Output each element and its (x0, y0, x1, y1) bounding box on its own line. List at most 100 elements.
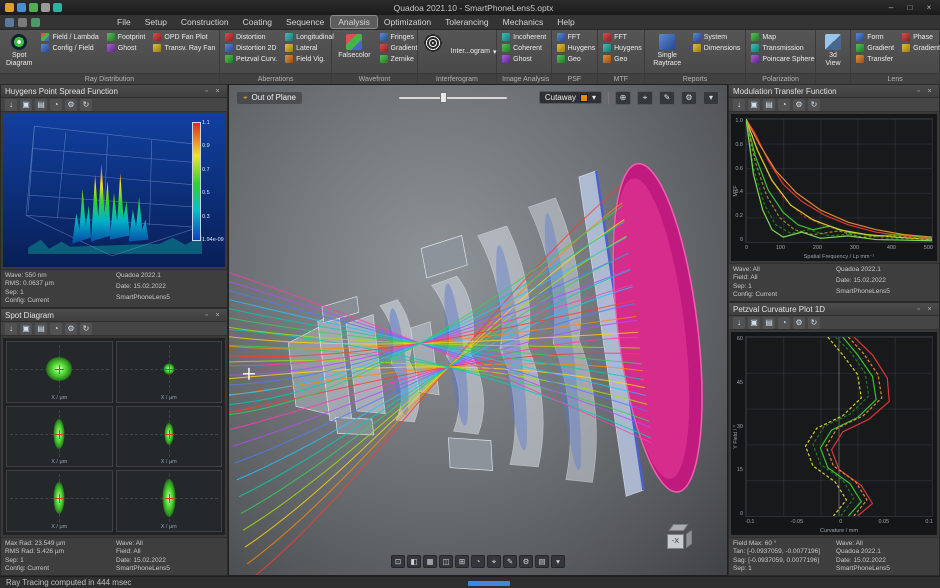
settings-icon[interactable]: ⚙ (793, 317, 805, 329)
open-file-icon[interactable] (29, 3, 38, 12)
field-vig-button[interactable]: Field Vig. (283, 54, 336, 64)
huygens-3d-plot[interactable]: 1.10.9 0.70.5 0.31.94e-09 (3, 114, 225, 267)
dock-icon[interactable] (5, 18, 14, 27)
zernike-button[interactable]: Zernike (378, 54, 420, 64)
menu-setup[interactable]: Setup (138, 16, 174, 28)
shading-icon[interactable]: ◧ (407, 555, 421, 568)
wireframe-icon[interactable]: ▦ (423, 555, 437, 568)
palette-icon[interactable]: ◔ (50, 323, 62, 335)
panel-float-button[interactable]: ▫ (201, 312, 212, 319)
transv-ray-fan-button[interactable]: Transv. Ray Fan (151, 43, 217, 53)
view-settings-button[interactable]: ⚙ (681, 91, 697, 105)
settings-icon[interactable]: ⚙ (793, 99, 805, 111)
psf-huygens-button[interactable]: Huygens (555, 43, 598, 53)
grid-icon[interactable]: ⊞ (455, 555, 469, 568)
petzval-plot[interactable]: Y Field / ° 604530 150 -0.1-0.050 0.050.… (731, 332, 937, 535)
psf-fft-button[interactable]: FFT (555, 32, 598, 42)
mtf-geo-button[interactable]: Geo (601, 54, 644, 64)
undo-icon[interactable] (53, 3, 62, 12)
copy-icon[interactable]: ▣ (748, 317, 760, 329)
single-raytrace-button[interactable]: Single Raytrace (648, 32, 687, 70)
palette-icon[interactable]: ◔ (50, 99, 62, 111)
target-tool-button[interactable]: ⌖ (637, 91, 653, 105)
palette-icon[interactable]: ◔ (778, 99, 790, 111)
panel-close-button[interactable]: × (924, 306, 935, 313)
copy-icon[interactable]: ▣ (20, 99, 32, 111)
fit-view-icon[interactable]: ⊡ (391, 555, 405, 568)
lens-phase-button[interactable]: Phase (900, 32, 940, 42)
interferogram-rings-button[interactable] (421, 32, 445, 54)
polarization-map-button[interactable]: Map (749, 32, 816, 42)
copy-icon[interactable]: ▣ (20, 323, 32, 335)
menu-coating[interactable]: Coating (236, 16, 279, 28)
3d-view-button[interactable]: 3d View (819, 32, 847, 70)
panel-float-button[interactable]: ▫ (913, 88, 924, 95)
menu-optimization[interactable]: Optimization (377, 16, 438, 28)
copy-icon[interactable]: ▣ (748, 99, 760, 111)
menu-help[interactable]: Help (550, 16, 581, 28)
gradient-wavefront-button[interactable]: Gradient (378, 43, 420, 53)
slider-thumb[interactable] (440, 92, 447, 103)
menu-mechanics[interactable]: Mechanics (496, 16, 551, 28)
export-icon[interactable]: ↓ (733, 99, 745, 111)
pan-tool-button[interactable]: ⊕ (615, 91, 631, 105)
panel-close-button[interactable]: × (924, 88, 935, 95)
lens-form-button[interactable]: Form (854, 32, 896, 42)
cutaway-select[interactable]: Cutaway ▾ (539, 91, 602, 104)
interferogram-dropdown-button[interactable]: Inter...ogram ▾ (449, 47, 499, 57)
falsecolor-button[interactable]: Falsecolor (335, 32, 373, 62)
export-icon[interactable]: ↓ (5, 323, 17, 335)
dimensions-button[interactable]: Dimensions (691, 43, 743, 53)
minimize-button[interactable]: – (885, 3, 897, 12)
spot-cell[interactable]: X / µm (116, 406, 223, 468)
ghost-image-button[interactable]: Ghost (500, 54, 548, 64)
menu-file[interactable]: File (110, 16, 138, 28)
refresh-icon[interactable]: ↻ (80, 99, 92, 111)
menu-sequence[interactable]: Sequence (279, 16, 331, 28)
incoherent-button[interactable]: Incoherent (500, 32, 548, 42)
more-icon[interactable]: ▾ (551, 555, 565, 568)
export-icon[interactable]: ↓ (733, 317, 745, 329)
system-button[interactable]: System (691, 32, 743, 42)
spot-cell[interactable]: X / µm (6, 470, 113, 532)
ghost-button[interactable]: Ghost (105, 43, 148, 53)
mtf-fft-button[interactable]: FFT (601, 32, 644, 42)
lens-gradient-button[interactable]: Gradient (854, 43, 896, 53)
spot-diagram-button[interactable]: Spot Diagram (3, 32, 35, 70)
new-file-icon[interactable] (17, 3, 26, 12)
spot-cell[interactable]: X / µm (116, 341, 223, 403)
annotate-icon[interactable]: ✎ (503, 555, 517, 568)
settings-icon[interactable]: ⚙ (65, 99, 77, 111)
refresh-icon[interactable]: ↻ (80, 323, 92, 335)
panel-float-button[interactable]: ▫ (201, 88, 212, 95)
longitudinal-button[interactable]: Longitudinal (283, 32, 336, 42)
menu-tolerancing[interactable]: Tolerancing (438, 16, 495, 28)
workspace-icon[interactable] (31, 18, 40, 27)
coherent-button[interactable]: Coherent (500, 43, 548, 53)
panel-float-button[interactable]: ▫ (913, 306, 924, 313)
menu-analysis[interactable]: Analysis (331, 16, 377, 28)
scrollbar-thumb[interactable] (468, 581, 510, 586)
spot-cell[interactable]: X / µm (6, 406, 113, 468)
more-options-button[interactable]: ▾ (703, 91, 719, 105)
mtf-plot[interactable]: MTF 1.00.80.6 0.40.20 0100200 300400500 (731, 114, 937, 261)
lateral-button[interactable]: Lateral (283, 43, 336, 53)
table-icon[interactable]: ▤ (35, 323, 47, 335)
footprint-button[interactable]: Footprint (105, 32, 148, 42)
table-icon[interactable]: ▤ (763, 99, 775, 111)
spot-cell[interactable]: X / µm (6, 341, 113, 403)
refresh-icon[interactable]: ↻ (808, 99, 820, 111)
lens-transfer-button[interactable]: Transfer (854, 54, 896, 64)
close-button[interactable]: × (923, 3, 935, 12)
axis-orientation-cube[interactable]: -X (667, 523, 693, 549)
panel-close-button[interactable]: × (212, 312, 223, 319)
palette-icon[interactable]: ◔ (778, 317, 790, 329)
lens-gradient2-button[interactable]: Gradient (900, 43, 940, 53)
table-icon[interactable]: ▤ (35, 99, 47, 111)
orbit-icon[interactable]: ◔ (471, 555, 485, 568)
settings-icon[interactable]: ⚙ (65, 323, 77, 335)
refresh-icon[interactable]: ↻ (808, 317, 820, 329)
axes-icon[interactable]: ⌖ (487, 555, 501, 568)
distortion-2d-button[interactable]: Distortion 2D (223, 43, 279, 53)
layout-icon[interactable] (18, 18, 27, 27)
